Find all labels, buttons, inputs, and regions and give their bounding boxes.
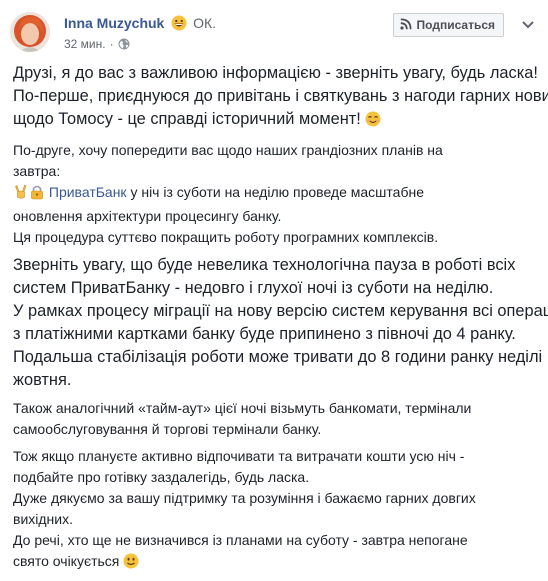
text-line: Друзі, я до вас з важливою інформацією -… — [13, 64, 538, 82]
text-line: щодо Томосу - це справді історичний моме… — [13, 108, 538, 134]
text-line: По-друге, хочу попередити вас щодо наших… — [13, 142, 443, 158]
text-span: у ніч із суботи на неділю проведе масшта… — [126, 184, 424, 200]
privatbank-link[interactable]: ПриватБанк — [49, 184, 127, 200]
text-line: завтра: — [13, 163, 61, 179]
author-line: Inna Muzychuk ОК. — [64, 15, 216, 34]
text-span: свято очікується — [13, 553, 120, 569]
text-line: жовтня. — [13, 371, 72, 389]
paragraph-3: Зверніть увагу, що буде невелика техноло… — [13, 254, 548, 392]
grinning-face-icon — [171, 15, 187, 34]
text-line: Ця процедура суттєво покращить роботу пр… — [13, 229, 439, 245]
text-line: вихідних. — [13, 511, 73, 527]
text-line: ПриватБанк у ніч із суботи на неділю про… — [13, 182, 538, 206]
text-line: Тож якщо плануєте активно відпочивати та… — [13, 448, 465, 464]
lock-icon — [29, 184, 45, 206]
subscribe-button[interactable]: Подписаться — [392, 13, 504, 37]
author-name[interactable]: Inna Muzychuk — [64, 15, 164, 31]
avatar[interactable] — [10, 12, 50, 52]
paragraph-5: Тож якщо плануєте активно відпочивати та… — [13, 446, 538, 575]
victory-hand-icon — [13, 184, 29, 206]
feeling-text: ОК. — [193, 15, 217, 31]
text-line: оновлення архітектури процесингу банку. — [13, 208, 282, 224]
meta-separator: · — [109, 37, 114, 51]
globe-icon[interactable] — [118, 38, 130, 53]
text-line: Дуже дякуємо за вашу підтримку та розумі… — [13, 490, 476, 506]
rss-icon — [399, 18, 412, 33]
facebook-post: Inna Muzychuk ОК. 32 мин. · Подписаться … — [0, 0, 548, 569]
text-line: У рамках процесу міграції на нову версію… — [13, 302, 548, 320]
text-line: До речі, хто ще не визначився із планами… — [13, 532, 468, 548]
smiling-face-icon — [365, 111, 381, 134]
text-line: самообслуговування й торгові термінали б… — [13, 421, 322, 437]
text-line: Також аналогічний «тайм-аут» цієї ночі в… — [13, 400, 472, 416]
post-meta: 32 мин. · — [64, 37, 130, 53]
paragraph-4: Також аналогічний «тайм-аут» цієї ночі в… — [13, 398, 538, 440]
subscribe-label: Подписаться — [416, 18, 495, 32]
post-header: Inna Muzychuk ОК. 32 мин. · Подписаться — [10, 8, 540, 58]
slightly-smiling-face-icon — [123, 553, 139, 575]
paragraph-2: По-друге, хочу попередити вас щодо наших… — [13, 140, 538, 248]
chevron-down-icon[interactable] — [516, 13, 540, 37]
text-line: Подальша стабілізація роботи може триват… — [13, 348, 548, 366]
timestamp[interactable]: 32 мин. — [64, 37, 106, 51]
text-span: щодо Томосу - це справді історичний моме… — [13, 110, 361, 128]
text-line: систем ПриватБанку - недовго і глухої но… — [13, 279, 494, 297]
paragraph-1: Друзі, я до вас з важливою інформацією -… — [13, 62, 548, 134]
text-line: По-перше, приєднуюся до привітань і свят… — [13, 87, 548, 105]
post-body: Друзі, я до вас з важливою інформацією -… — [13, 62, 548, 581]
text-line: подбайте про готівку заздалегідь, будь л… — [13, 469, 310, 485]
text-line: з платіжними картками банку буде припине… — [13, 325, 516, 343]
text-line: Зверніть увагу, що буде невелика техноло… — [13, 256, 516, 274]
